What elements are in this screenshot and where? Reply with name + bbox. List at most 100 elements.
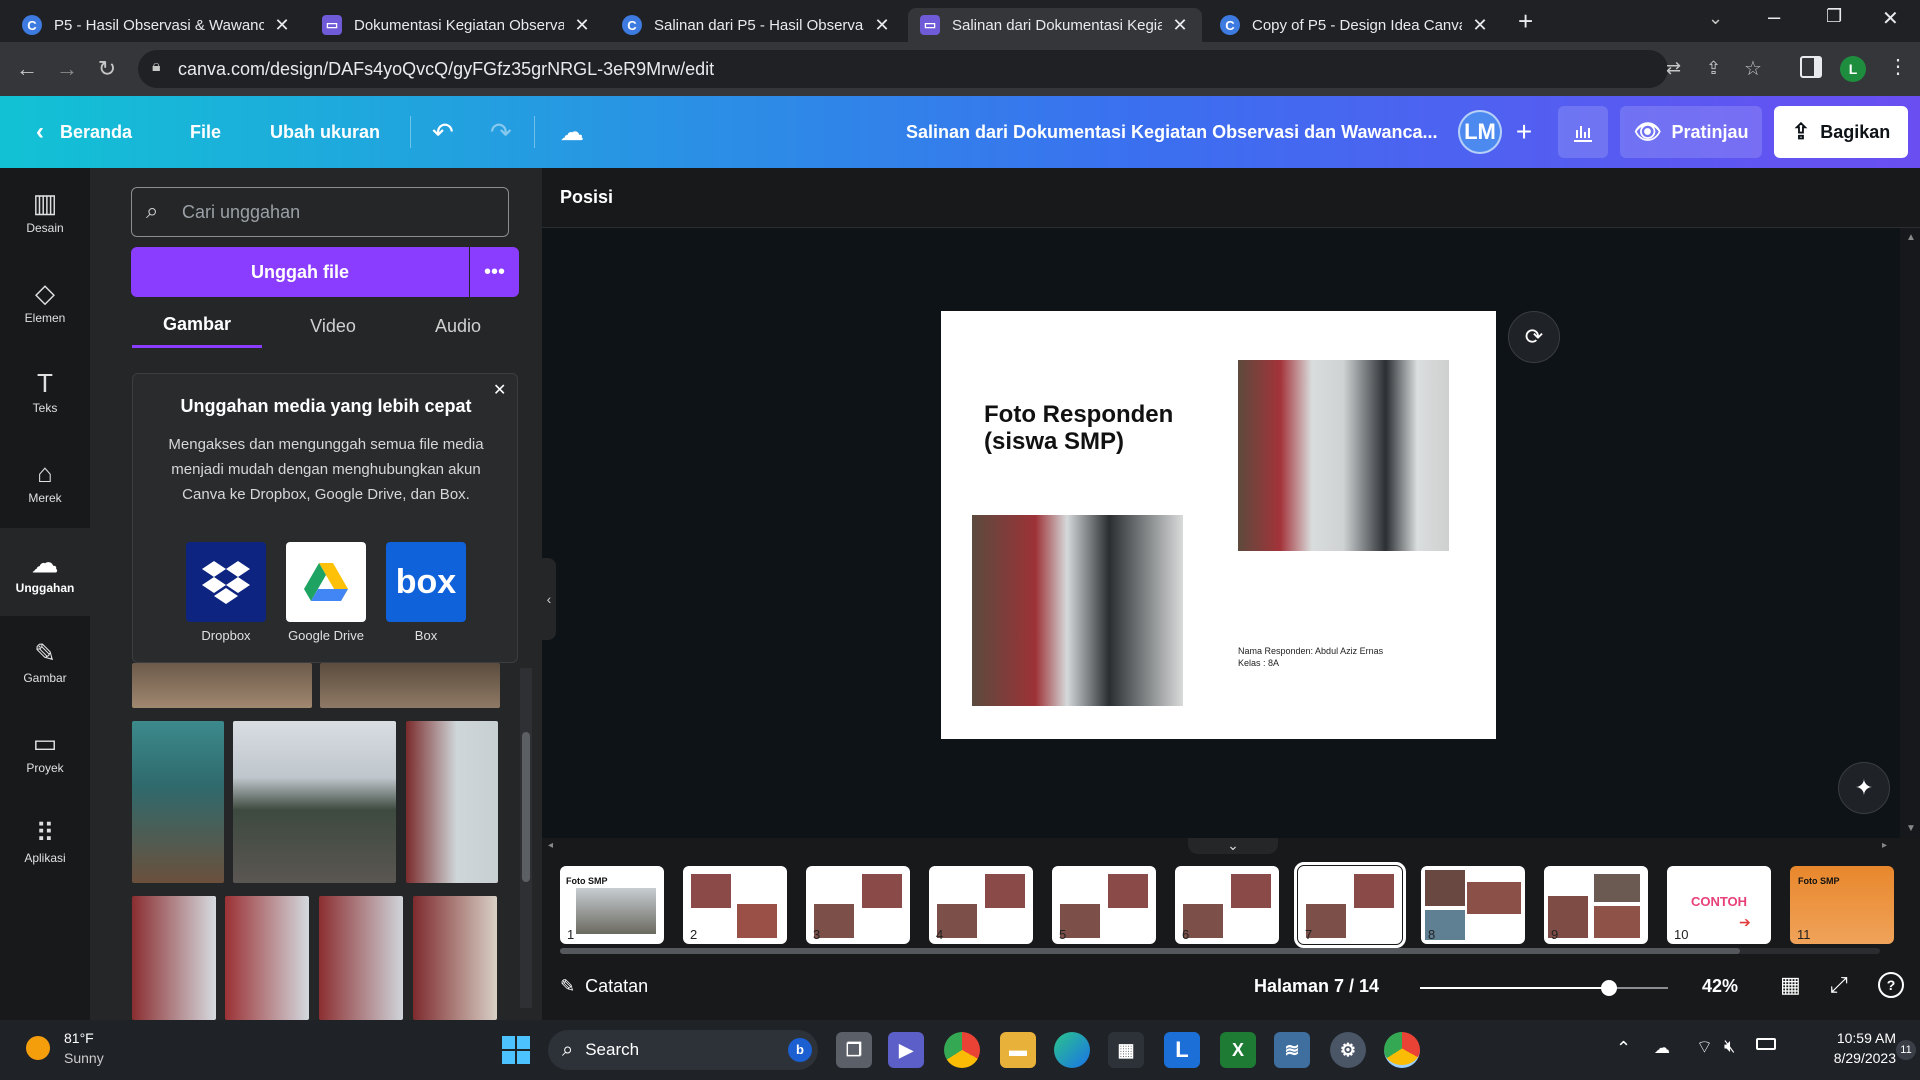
page-indicator[interactable]: Halaman 7 / 14 [1254,976,1379,997]
l-app-icon[interactable]: L [1164,1032,1200,1068]
browser-tab[interactable]: C Salinan dari P5 - Hasil Observasi ✕ [610,8,904,42]
resize-button[interactable]: Ubah ukuran [270,96,380,168]
zoom-slider[interactable] [1420,980,1668,996]
back-arrow-icon[interactable]: ← [12,54,42,84]
close-icon[interactable]: ✕ [872,15,892,36]
rail-item-elemen[interactable]: ◇ Elemen [0,258,90,346]
tab-audio[interactable]: Audio [393,304,523,348]
page-thumbnail[interactable]: Foto SMP 11 [1790,866,1894,944]
google-drive-icon[interactable] [286,542,366,622]
edge-icon[interactable] [1054,1032,1090,1068]
scrollbar-thumb[interactable] [522,732,530,882]
tab-video[interactable]: Video [268,304,398,348]
excel-icon[interactable]: X [1220,1032,1256,1068]
upload-image[interactable] [233,721,396,883]
upload-image[interactable] [132,896,216,1020]
upload-image[interactable] [132,663,312,708]
filmstrip-chevron-icon[interactable]: ⌄ [1188,838,1278,854]
page-thumbnail[interactable]: 6 [1175,866,1279,944]
side-panel-icon[interactable] [1800,56,1822,78]
filmstrip-scrollbar[interactable] [560,948,1880,954]
browser-tab[interactable]: C P5 - Hasil Observasi & Wawancara ✕ [10,8,304,42]
collaborator-avatar[interactable]: LM [1458,110,1502,154]
grid-view-icon[interactable]: ▦ [1780,972,1801,998]
wifi-icon[interactable]: ⌔ [1696,1036,1713,1059]
upload-image[interactable] [225,896,309,1020]
upload-image[interactable] [413,896,497,1020]
panel-scrollbar[interactable] [520,668,532,1008]
more-options-icon[interactable]: ••• [470,247,519,297]
help-icon[interactable]: ? [1878,972,1904,998]
rail-item-teks[interactable]: T Teks [0,348,90,436]
browser-tab[interactable]: ▭ Dokumentasi Kegiatan Observasi ✕ [310,8,604,42]
chrome-active-icon[interactable] [1384,1032,1420,1068]
file-explorer-icon[interactable]: ▬ [1000,1032,1036,1068]
battery-icon[interactable] [1756,1038,1776,1050]
scroll-up-icon[interactable]: ▲ [1906,232,1916,243]
document-title[interactable]: Salinan dari Dokumentasi Kegiatan Observ… [906,96,1438,168]
position-button[interactable]: Posisi [560,187,613,208]
rail-item-unggahan[interactable]: ☁︎ Unggahan [0,528,90,616]
close-icon[interactable]: ✕ [572,15,592,36]
preview-button[interactable]: 👁︎ Pratinjau [1620,106,1762,158]
scroll-down-icon[interactable]: ▼ [1906,823,1916,834]
minimize-icon[interactable]: – [1768,4,1780,30]
page-thumbnail[interactable]: 5 [1052,866,1156,944]
redo-icon[interactable]: ↷ [490,96,512,168]
scroll-right-icon[interactable]: ▸ [1882,840,1887,851]
weather-temp[interactable]: 81°F [64,1030,94,1046]
share-button[interactable]: ⇪ Bagikan [1774,106,1908,158]
rail-item-aplikasi[interactable]: ⠿ Aplikasi [0,798,90,886]
student-photo[interactable] [1238,360,1449,551]
task-view-icon[interactable]: ❐ [836,1032,872,1068]
undo-icon[interactable]: ↶ [432,96,454,168]
search-uploads-field[interactable]: ⌕ Cari unggahan [131,187,509,237]
notes-button[interactable]: ✎ Catatan [560,976,648,997]
slide-title[interactable]: Foto Responden (siswa SMP) [984,401,1184,455]
scrollbar-thumb[interactable] [560,948,1740,954]
restore-icon[interactable]: ❐ [1826,6,1842,27]
close-icon[interactable]: ✕ [272,15,292,36]
zoom-slider-knob[interactable] [1601,980,1617,996]
tab-gambar[interactable]: Gambar [132,304,262,348]
canvas-vertical-scrollbar[interactable]: ▲ ▼ [1900,228,1920,838]
chrome-icon[interactable] [944,1032,980,1068]
clock-time[interactable]: 10:59 AM [1786,1030,1896,1046]
store-icon[interactable]: ▦ [1108,1032,1144,1068]
page-thumbnail[interactable]: 8 [1421,866,1525,944]
bookmark-star-icon[interactable]: ☆ [1744,56,1762,81]
chevron-up-icon[interactable]: ⌃ [1616,1038,1631,1059]
window-close-icon[interactable]: ✕ [1882,6,1899,31]
zoom-level[interactable]: 42% [1702,976,1738,997]
slide-page[interactable]: Foto Responden (siswa SMP) Nama Responde… [941,311,1496,739]
volume-muted-icon[interactable]: 🔇︎ [1724,1036,1735,1057]
translate-icon[interactable]: ⇄ [1666,58,1681,79]
home-button[interactable]: ‹ Beranda [36,96,132,168]
teams-icon[interactable]: ▶ [888,1032,924,1068]
new-tab-plus-icon[interactable]: + [1518,6,1533,37]
cloud-saved-icon[interactable]: ☁︎ [560,96,584,168]
fullscreen-icon[interactable]: ⤢ [1830,972,1848,998]
dropbox-icon[interactable] [186,542,266,622]
page-thumbnail[interactable]: 2 [683,866,787,944]
collapse-panel-chevron-icon[interactable]: ‹ [542,558,556,640]
cloud-icon[interactable]: ☁︎ [1654,1038,1670,1058]
rail-item-proyek[interactable]: ▭ Proyek [0,708,90,796]
taskbar-search[interactable]: ⌕ Search b [548,1030,818,1070]
upload-image[interactable] [320,663,500,708]
page-thumbnail[interactable]: CONTOH ➔ 10 [1667,866,1771,944]
page-thumbnail-selected[interactable]: 7 [1294,862,1406,948]
upload-image[interactable] [132,721,224,883]
page-thumbnail[interactable]: Foto SMP 1 [560,866,664,944]
upload-file-button[interactable]: Unggah file [131,247,469,297]
close-icon[interactable]: ✕ [1470,15,1490,36]
rail-item-gambar[interactable]: ✎ Gambar [0,618,90,706]
share-page-icon[interactable]: ⇪ [1706,58,1721,79]
upload-image[interactable] [406,721,498,883]
notification-badge[interactable]: 11 [1896,1040,1916,1060]
comment-refresh-icon[interactable]: ⟳ [1508,311,1560,363]
upload-image[interactable] [319,896,403,1020]
slide-caption[interactable]: Nama Responden: Abdul Aziz Ernas Kelas :… [1238,645,1383,669]
monitor-app-icon[interactable]: ≋ [1274,1032,1310,1068]
rail-item-merek[interactable]: ⌂ Merek [0,438,90,526]
